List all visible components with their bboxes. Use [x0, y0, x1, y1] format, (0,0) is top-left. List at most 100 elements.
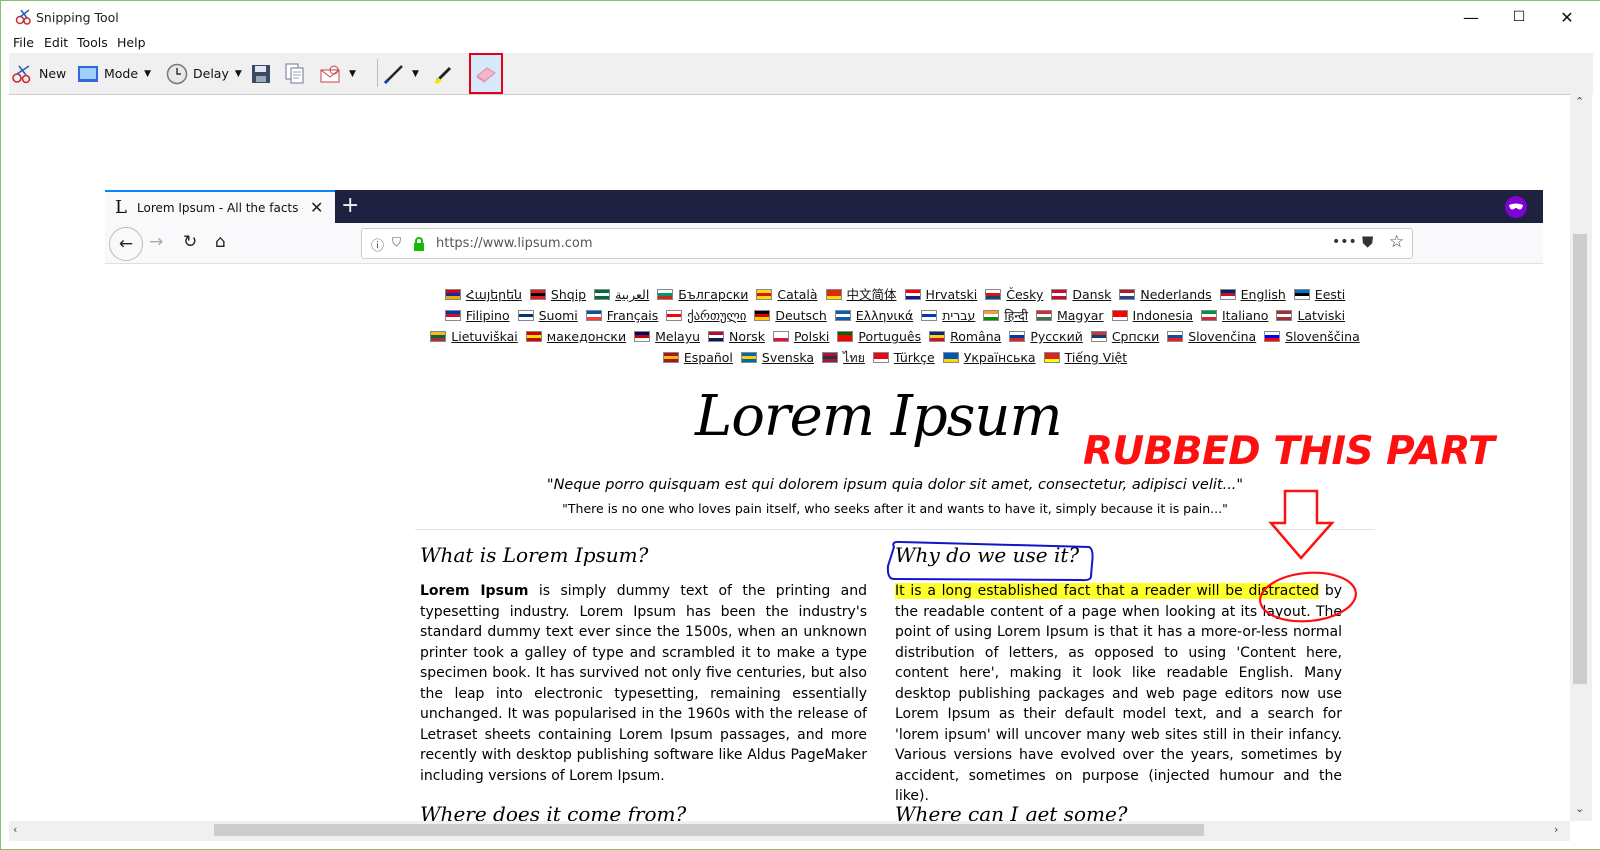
language-link[interactable]: Català — [756, 284, 818, 305]
language-link[interactable]: Português — [837, 326, 921, 347]
latin-quote: "Neque porro quisquam est qui dolorem ip… — [546, 477, 1244, 493]
menu-edit[interactable]: Edit — [44, 35, 68, 50]
flag-icon — [708, 331, 725, 342]
info-icon[interactable]: ⓘ — [371, 235, 384, 254]
more-actions-icon[interactable]: ••• — [1332, 234, 1357, 250]
language-link[interactable]: עברית — [921, 305, 975, 326]
language-name: Norsk — [729, 329, 765, 344]
language-link[interactable]: Українська — [942, 347, 1036, 368]
language-name: Українська — [963, 350, 1036, 365]
language-name: Hrvatski — [925, 287, 978, 302]
language-link[interactable]: Magyar — [1035, 305, 1104, 326]
language-link[interactable]: Eesti — [1293, 284, 1345, 305]
vertical-scrollbar[interactable]: ⌃ ⌄ — [1570, 94, 1592, 821]
language-link[interactable]: Ελληνικά — [834, 305, 913, 326]
language-link[interactable]: Suomi — [517, 305, 578, 326]
close-button[interactable]: ✕ — [1543, 1, 1591, 33]
language-link[interactable]: Svenska — [740, 347, 814, 368]
vertical-scroll-thumb[interactable] — [1573, 234, 1587, 684]
scroll-left-icon[interactable]: ‹ — [13, 823, 17, 836]
language-link[interactable]: Shqip — [529, 284, 586, 305]
language-link[interactable]: Dansk — [1051, 284, 1111, 305]
chevron-down-icon[interactable]: ▼ — [412, 69, 419, 79]
delay-button[interactable]: Delay ▼ — [166, 53, 242, 94]
language-name: ქართული — [687, 308, 747, 323]
language-link[interactable]: हिन्दी — [983, 305, 1028, 326]
scroll-right-icon[interactable]: › — [1554, 823, 1558, 836]
language-link[interactable]: Norsk — [708, 326, 765, 347]
new-button[interactable]: New — [11, 53, 66, 94]
mode-button[interactable]: Mode ▼ — [77, 53, 151, 94]
language-link[interactable]: Lietuviškai — [430, 326, 518, 347]
flag-icon — [529, 289, 546, 300]
language-link[interactable]: Slovenčina — [1167, 326, 1256, 347]
language-link[interactable]: македонски — [525, 326, 626, 347]
language-link[interactable]: Česky — [985, 284, 1043, 305]
chevron-down-icon[interactable]: ▼ — [349, 69, 356, 79]
language-link[interactable]: Српски — [1090, 326, 1159, 347]
language-link[interactable]: Français — [585, 305, 659, 326]
back-button[interactable]: ← — [109, 227, 143, 261]
language-link[interactable]: Filipino — [444, 305, 510, 326]
language-link[interactable]: Hrvatski — [904, 284, 978, 305]
language-link[interactable]: Nederlands — [1119, 284, 1212, 305]
horizontal-scroll-thumb[interactable] — [214, 824, 1204, 836]
menu-help[interactable]: Help — [117, 35, 146, 50]
pocket-icon[interactable]: ⛊ — [1362, 233, 1373, 251]
language-link[interactable]: Polski — [772, 326, 829, 347]
language-link[interactable]: Italiano — [1201, 305, 1268, 326]
language-link[interactable]: Româna — [929, 326, 1001, 347]
language-link[interactable]: 中文简体 — [825, 284, 897, 305]
language-link[interactable]: English — [1219, 284, 1286, 305]
scroll-up-icon[interactable]: ⌃ — [1575, 95, 1584, 108]
shield-icon[interactable]: ⛉ — [392, 235, 401, 250]
horizontal-scrollbar[interactable]: ‹ › — [9, 821, 1570, 841]
new-tab-icon[interactable]: + — [341, 193, 359, 218]
flag-icon — [834, 310, 851, 321]
flag-icon — [740, 352, 757, 363]
browser-tab[interactable]: L Lorem Ipsum - All the facts - Lip ✕ — [105, 190, 335, 223]
minimize-button[interactable]: — — [1447, 1, 1495, 33]
language-name: Dansk — [1072, 287, 1112, 302]
language-name: Català — [777, 287, 818, 302]
save-button[interactable] — [251, 53, 271, 94]
tab-close-icon[interactable]: ✕ — [310, 198, 323, 217]
language-name: Indonesia — [1132, 308, 1193, 323]
eraser-button[interactable] — [469, 53, 503, 94]
bookmark-star-icon[interactable]: ☆ — [1389, 232, 1404, 252]
chevron-down-icon[interactable]: ▼ — [235, 69, 242, 79]
language-link[interactable]: Español — [662, 347, 733, 368]
home-icon[interactable]: ⌂ — [215, 232, 226, 252]
tab-title: Lorem Ipsum - All the facts - Lip — [137, 201, 303, 215]
forward-arrow-icon[interactable]: → — [149, 232, 163, 252]
section-paragraph: It is a long established fact that a rea… — [895, 581, 1342, 807]
language-name: Slovenščina — [1285, 329, 1360, 344]
reload-icon[interactable]: ↻ — [183, 232, 197, 252]
menu-tools[interactable]: Tools — [77, 35, 108, 50]
language-link[interactable]: Slovenščina — [1264, 326, 1360, 347]
language-link[interactable]: ქართული — [666, 305, 746, 326]
language-name: Français — [606, 308, 659, 323]
language-link[interactable]: Melayu — [634, 326, 700, 347]
highlighter-button[interactable] — [433, 53, 455, 94]
language-link[interactable]: Հայերեն — [444, 284, 522, 305]
pen-button[interactable]: ▼ — [382, 53, 419, 94]
scroll-down-icon[interactable]: ⌄ — [1575, 802, 1584, 815]
url-bar[interactable]: ⓘ ⛉ https://www.lipsum.com ••• ⛊ ☆ — [361, 228, 1413, 259]
language-link[interactable]: Deutsch — [754, 305, 827, 326]
language-link[interactable]: Tiếng Việt — [1043, 347, 1127, 368]
copy-button[interactable] — [285, 53, 305, 94]
language-link[interactable]: العربية — [594, 284, 649, 305]
language-link[interactable]: Български — [657, 284, 748, 305]
language-link[interactable]: Latviski — [1276, 305, 1345, 326]
language-link[interactable]: Indonesia — [1111, 305, 1193, 326]
menu-file[interactable]: File — [13, 35, 34, 50]
send-email-icon — [320, 65, 340, 82]
flag-icon — [985, 289, 1002, 300]
maximize-button[interactable]: ☐ — [1495, 1, 1543, 33]
send-snip-button[interactable]: ▼ — [319, 53, 356, 94]
language-link[interactable]: Pусский — [1009, 326, 1083, 347]
language-link[interactable]: Türkçe — [872, 347, 935, 368]
chevron-down-icon[interactable]: ▼ — [144, 69, 151, 79]
language-link[interactable]: ไทย — [822, 347, 865, 368]
